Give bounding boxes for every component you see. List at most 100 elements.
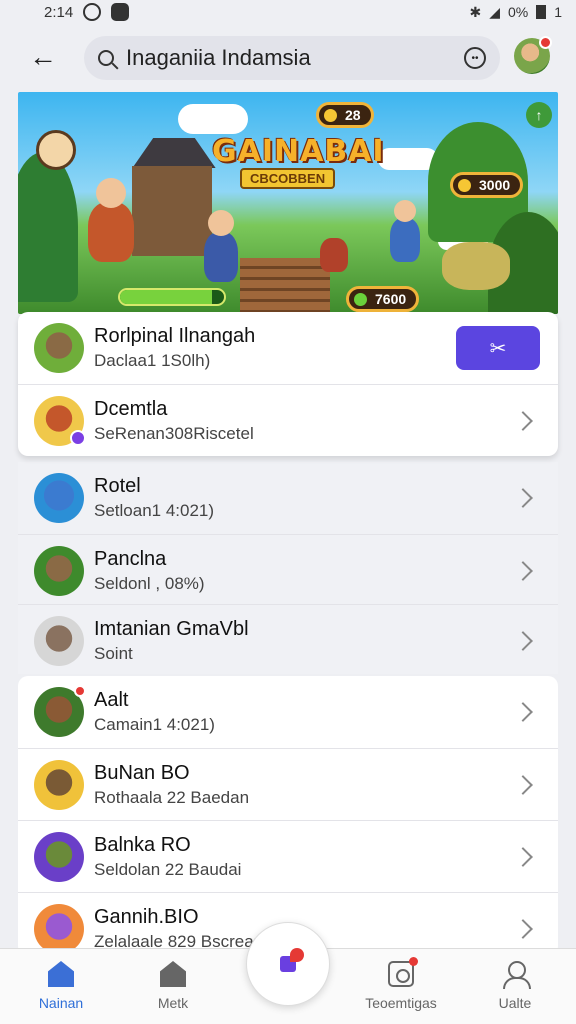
stairs: [240, 258, 330, 314]
bluetooth-icon: ✱: [469, 3, 482, 20]
search-input[interactable]: Inaganiia Indamsia: [126, 45, 464, 71]
list-item[interactable]: Imtanian GmaVbl Soint: [18, 604, 558, 676]
item-title: Rorlpinal Ilnangah: [94, 325, 256, 347]
upgrade-icon[interactable]: ↑: [526, 102, 552, 128]
status-signal-text: 1: [554, 4, 562, 20]
pirate-character: [390, 200, 420, 262]
item-subtitle: Camain1 4:021): [94, 715, 215, 734]
avatar: [34, 323, 84, 373]
coin-value: 28: [345, 107, 361, 123]
battery-icon: [536, 5, 547, 19]
item-title: Balnka RO: [94, 833, 191, 856]
list-item[interactable]: Panclna Seldonl , 08%): [18, 534, 558, 606]
list-item[interactable]: Rorlpinal Ilnangah Daclaa1 1S0lh) ✂: [18, 312, 558, 384]
cloud: [178, 104, 248, 134]
score-counter: 7600: [346, 286, 420, 312]
item-subtitle: Daclaa1 1S0lh): [94, 351, 211, 370]
nav-label: Teoemtigas: [365, 995, 437, 1011]
pirate-head: [394, 200, 416, 222]
camera-icon: [388, 957, 418, 987]
list-item[interactable]: Rotel Setloan1 4:021): [18, 462, 558, 534]
score-value: 7600: [375, 291, 407, 307]
clock-icon: [83, 3, 102, 21]
avatar: [34, 395, 86, 446]
game-subtitle: CBCOBBEN: [240, 168, 336, 189]
list-section: Rotel Setloan1 4:021) Panclna Seldonl , …: [18, 462, 558, 674]
top-app-bar: ← Inaganiia Indamsia ••: [0, 24, 576, 90]
avatar: [34, 903, 84, 954]
nav-item-camera[interactable]: Teoemtigas: [340, 949, 462, 1024]
create-fab-button[interactable]: [246, 922, 330, 1006]
avatar: [34, 831, 84, 882]
chevron-right-icon: [513, 488, 533, 508]
chevron-right-icon: [513, 410, 533, 431]
chat-icon[interactable]: ••: [464, 47, 486, 69]
notification-dot: [539, 36, 552, 49]
item-title: Imtanian GmaVbl: [94, 617, 249, 640]
nav-item-home[interactable]: Nainan: [6, 949, 116, 1024]
hero-head: [96, 178, 126, 208]
action-button[interactable]: ✂: [456, 326, 540, 370]
game-title: GAINABAI: [212, 134, 385, 169]
chevron-right-icon: [513, 702, 533, 722]
hero-character: [88, 178, 134, 262]
warrior-head: [208, 210, 234, 236]
tree: [18, 152, 78, 302]
goblin-character: [320, 238, 348, 272]
item-subtitle: Rothaala 22 Baedan: [94, 787, 250, 807]
item-subtitle: Seldonl , 08%): [94, 573, 205, 593]
health-bar: [118, 288, 226, 306]
home-icon: [48, 961, 74, 987]
search-icon: [98, 50, 114, 66]
coin-counter-top: 28: [316, 102, 374, 128]
item-title: Dcemtla: [94, 397, 168, 420]
store-icon: [160, 961, 186, 987]
badge-icon: [70, 429, 86, 446]
list-item[interactable]: Balnka RO Seldolan 22 Baudai: [18, 820, 558, 892]
house: [132, 166, 212, 256]
item-title: Aalt: [94, 689, 129, 711]
coin-value: 3000: [479, 177, 511, 193]
back-arrow-icon[interactable]: ←: [16, 30, 70, 84]
nav-label: Nainan: [38, 995, 84, 1011]
avatar: [34, 545, 84, 596]
chevron-right-icon: [513, 630, 533, 651]
profile-avatar[interactable]: [514, 36, 552, 74]
search-bar[interactable]: Inaganiia Indamsia ••: [84, 36, 500, 80]
avatar: [34, 615, 84, 666]
wifi-icon: ◢: [489, 3, 500, 20]
item-title: Rotel: [94, 475, 141, 497]
nav-item-market[interactable]: Metk: [118, 949, 228, 1024]
notification-icon: [111, 3, 130, 21]
list-item[interactable]: Dcemtla SeRenan308Riscetel: [18, 384, 558, 456]
avatar: [34, 759, 84, 810]
game-banner[interactable]: ↑ GAINABAI CBCOBBEN 28 3000 7600: [18, 92, 558, 314]
avatar: [34, 473, 84, 523]
chevron-right-icon: [513, 560, 533, 581]
chevron-right-icon: [513, 918, 533, 939]
list-item[interactable]: BuNan BO Rothaala 22 Baedan: [18, 748, 558, 820]
nav-label: Metk: [157, 995, 189, 1011]
item-subtitle: Soint: [94, 643, 133, 663]
player-avatar-badge[interactable]: [36, 130, 76, 170]
item-title: BuNan BO: [94, 761, 190, 784]
avatar: [34, 685, 86, 737]
status-time: 2:14: [44, 3, 74, 21]
nav-label: Ualte: [498, 995, 532, 1011]
house-roof: [132, 138, 216, 168]
featured-list-card: Rorlpinal Ilnangah Daclaa1 1S0lh) ✂ Dcem…: [18, 312, 558, 456]
item-subtitle: Setloan1 4:021): [94, 501, 215, 520]
chevron-right-icon: [513, 846, 533, 867]
notification-dot: [409, 957, 418, 966]
notification-dot: [74, 685, 86, 697]
nav-item-profile[interactable]: Ualte: [460, 949, 570, 1024]
list-item[interactable]: Aalt Camain1 4:021): [18, 676, 558, 748]
warrior-character: [204, 210, 238, 282]
item-title: Panclna: [94, 547, 167, 570]
item-subtitle: Seldolan 22 Baudai: [94, 859, 242, 879]
list-section: Aalt Camain1 4:021) BuNan BO Rothaala 22…: [18, 676, 558, 956]
status-bar: 2:14 ✱ ◢ 0% 1: [0, 0, 576, 24]
chevron-right-icon: [513, 774, 533, 795]
battery-percent: 0%: [507, 4, 529, 20]
health-bar-fill: [120, 290, 212, 304]
